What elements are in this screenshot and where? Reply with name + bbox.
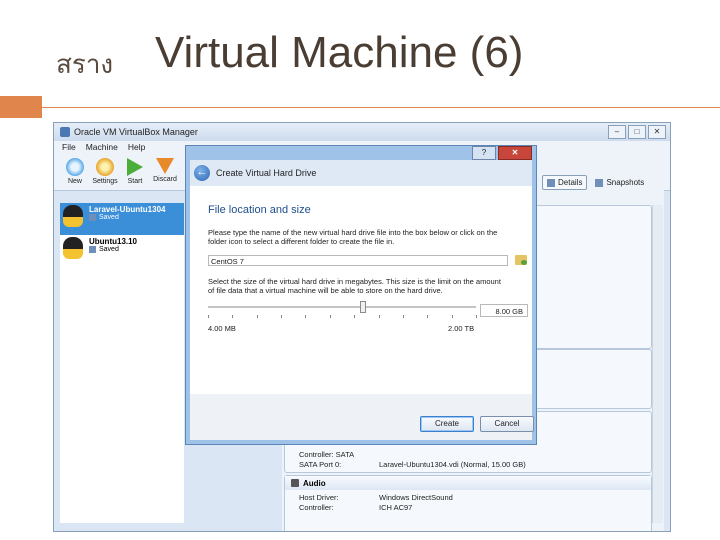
audio-controller-value: ICH AC97 [379, 503, 413, 512]
accent-box [0, 96, 42, 118]
vm-name: Laravel-Ubuntu1304 [89, 205, 166, 214]
start-button[interactable]: Start [120, 154, 150, 190]
dialog-close-button[interactable]: ✕ [498, 146, 532, 160]
slide-title: Virtual Machine (6) [155, 28, 524, 77]
saved-state-icon [89, 214, 96, 221]
camera-icon [595, 178, 604, 187]
window-controls: – □ ✕ [606, 125, 666, 139]
port-value: Laravel-Ubuntu1304.vdi (Normal, 15.00 GB… [379, 460, 526, 469]
vm-state-label: Saved [99, 214, 119, 221]
slider-tick [451, 315, 453, 318]
start-arrow-icon [127, 158, 143, 176]
new-vm-icon [66, 158, 84, 176]
slider-tick [354, 315, 356, 318]
audio-controller-key: Controller: [299, 503, 334, 512]
view-tabs: Details Snapshots [542, 175, 652, 190]
slider-tick [256, 315, 258, 318]
slider-tick [427, 315, 429, 318]
tab-snapshots[interactable]: Snapshots [591, 175, 648, 190]
folder-icon[interactable] [515, 255, 527, 265]
host-driver-key: Host Driver: [299, 493, 339, 502]
maximize-button[interactable]: □ [628, 125, 646, 139]
menu-file[interactable]: File [62, 141, 76, 154]
accent-line [42, 107, 720, 108]
slider-tick [476, 315, 477, 318]
slide-title-prefix: สราง [56, 50, 114, 80]
size-instructions: Select the size of the virtual hard driv… [208, 277, 501, 295]
audio-controller-row: Controller: ICH AC97 [285, 503, 651, 513]
dialog-header: ← Create Virtual Hard Drive [190, 160, 532, 186]
storage-port-row: SATA Port 0: Laravel-Ubuntu1304.vdi (Norm… [285, 460, 651, 470]
size-slider[interactable] [208, 301, 476, 313]
dialog-heading: File location and size [208, 204, 311, 216]
dialog-body: File location and size Please type the n… [190, 186, 532, 394]
tab-details[interactable]: Details [542, 175, 588, 190]
vm-state: Saved [89, 246, 137, 253]
details-scrollbar[interactable] [652, 205, 663, 523]
slider-tick [305, 315, 307, 318]
vm-state: Saved [89, 214, 165, 221]
settings-button-label: Settings [92, 178, 118, 185]
vm-state-label: Saved [99, 246, 119, 253]
size-range-max: 2.00 TB [448, 324, 475, 333]
slider-tick [232, 315, 234, 318]
dialog-titlebar: ? ✕ [186, 146, 536, 160]
create-button[interactable]: Create [420, 416, 474, 432]
vm-info: Ubuntu13.10 Saved [89, 237, 137, 253]
vbox-window-title: Oracle VM VirtualBox Manager [74, 127, 198, 137]
tab-snapshots-label: Snapshots [606, 178, 645, 187]
audio-section: Audio Host Driver: Windows DirectSound Co… [284, 475, 652, 531]
size-input[interactable]: 8.00 GB [480, 304, 528, 317]
vm-list: Laravel-Ubuntu1304 Saved Ubuntu13.10 Sav… [60, 203, 184, 523]
saved-state-icon [89, 246, 96, 253]
tab-details-label: Details [558, 178, 583, 187]
gear-icon [96, 158, 114, 176]
back-arrow-icon[interactable]: ← [194, 165, 210, 181]
slider-tick [378, 315, 380, 318]
dialog-footer: Create Cancel [190, 394, 534, 440]
slider-thumb[interactable] [360, 301, 367, 313]
details-icon [547, 178, 555, 187]
start-button-label: Start [127, 178, 143, 185]
audio-heading: Audio [303, 478, 326, 488]
size-range-min: 4.00 MB [208, 324, 236, 333]
settings-button[interactable]: Settings [90, 154, 120, 190]
ubuntu-penguin-icon [63, 205, 83, 227]
dialog-title: Create Virtual Hard Drive [216, 168, 317, 178]
audio-header[interactable]: Audio [285, 476, 651, 490]
audio-host-driver-row: Host Driver: Windows DirectSound [285, 493, 651, 503]
virtualbox-app-icon [60, 127, 70, 137]
vm-name: Ubuntu13.10 [89, 237, 138, 246]
discard-button[interactable]: Discard [150, 154, 180, 190]
vm-list-item[interactable]: Ubuntu13.10 Saved [60, 235, 184, 267]
new-button-label: New [67, 178, 82, 185]
ubuntu-penguin-icon [63, 237, 83, 259]
discard-arrow-icon [156, 158, 174, 174]
slider-tick [329, 315, 331, 318]
minimize-button[interactable]: – [608, 125, 626, 139]
vm-info: Laravel-Ubuntu1304 Saved [89, 205, 165, 221]
host-driver-value: Windows DirectSound [379, 493, 453, 502]
new-button[interactable]: New [60, 154, 90, 190]
storage-controller: Controller: SATA [299, 450, 355, 459]
menu-machine[interactable]: Machine [86, 141, 118, 154]
cancel-button[interactable]: Cancel [480, 416, 534, 432]
discard-button-label: Discard [153, 176, 177, 183]
slider-tick [208, 315, 209, 318]
slider-tick [402, 315, 404, 318]
port-key: SATA Port 0: [299, 460, 342, 469]
file-location-input[interactable]: CentOS 7 [208, 255, 508, 266]
location-instructions: Please type the name of the new virtual … [208, 228, 498, 246]
speaker-icon [291, 479, 299, 487]
vbox-titlebar: Oracle VM VirtualBox Manager – □ ✕ [54, 123, 670, 141]
menu-help[interactable]: Help [128, 141, 145, 154]
create-virtual-hard-drive-dialog: ? ✕ ← Create Virtual Hard Drive File loc… [185, 145, 537, 445]
help-button[interactable]: ? [472, 146, 496, 160]
close-window-button[interactable]: ✕ [648, 125, 666, 139]
slider-tick [281, 315, 283, 318]
vm-list-item[interactable]: Laravel-Ubuntu1304 Saved [60, 203, 184, 235]
